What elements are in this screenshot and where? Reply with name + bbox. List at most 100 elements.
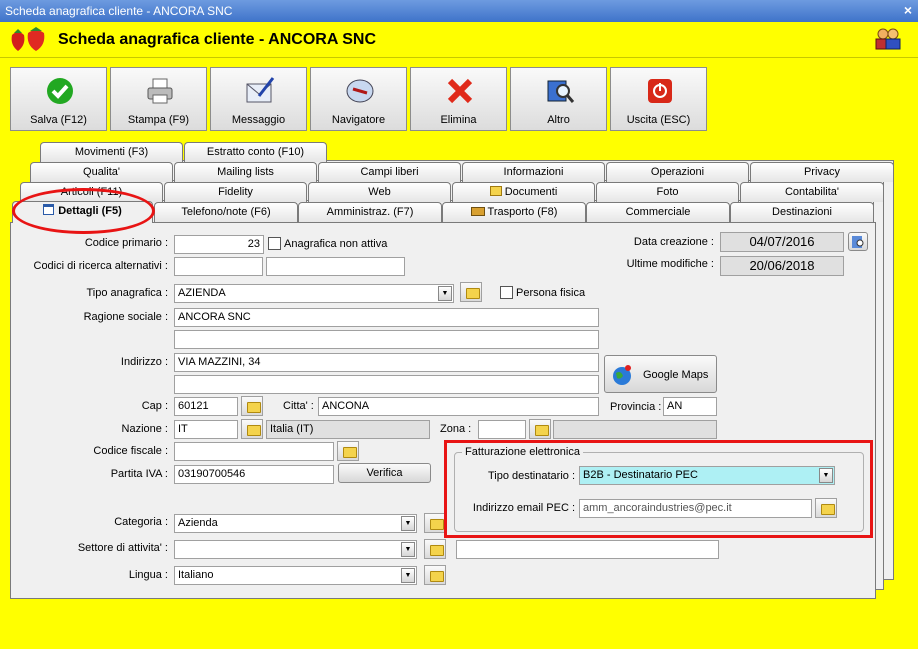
navigator-button[interactable]: Navigatore (310, 67, 407, 131)
tab-qualita[interactable]: Qualita' (30, 162, 173, 182)
codice-ricerca-field-1[interactable] (174, 257, 263, 276)
zona-folder-button[interactable] (529, 419, 551, 439)
tab-movimenti[interactable]: Movimenti (F3) (40, 142, 183, 162)
tab-informazioni[interactable]: Informazioni (462, 162, 605, 182)
chevron-down-icon[interactable]: ▼ (401, 568, 415, 583)
tab-trasporto[interactable]: Trasporto (F8) (442, 202, 586, 222)
calendar-button[interactable] (848, 232, 868, 251)
categoria-select[interactable]: Azienda ▼ (174, 514, 417, 533)
delete-icon (447, 78, 473, 104)
data-creazione-label: Data creazione : (633, 236, 714, 248)
indirizzo-field-2[interactable] (174, 375, 599, 394)
save-button[interactable]: Salva (F12) (10, 67, 107, 131)
codice-primario-field[interactable]: 23 (174, 235, 264, 254)
print-button[interactable]: Stampa (F9) (110, 67, 207, 131)
ragione-sociale-field-2[interactable] (174, 330, 599, 349)
nazione-name-field: Italia (IT) (266, 420, 430, 439)
tab-fidelity[interactable]: Fidelity (164, 182, 307, 202)
tab-privacy[interactable]: Privacy (750, 162, 894, 182)
page-title: Scheda anagrafica cliente - ANCORA SNC (58, 31, 377, 48)
tab-destinazioni[interactable]: Destinazioni (730, 202, 874, 222)
tipo-anagrafica-folder-button[interactable] (460, 282, 482, 302)
lingua-select[interactable]: Italiano ▼ (174, 566, 417, 585)
tab-campi-liberi[interactable]: Campi liberi (318, 162, 461, 182)
provincia-label: Provincia : (610, 401, 662, 413)
provincia-field[interactable]: AN (663, 397, 717, 416)
window-titlebar: Scheda anagrafica cliente - ANCORA SNC × (0, 0, 918, 22)
persona-fisica-label: Persona fisica (516, 287, 586, 299)
search-book-icon (547, 80, 575, 103)
anagrafica-non-attiva-checkbox[interactable] (268, 237, 281, 250)
lingua-folder-button[interactable] (424, 565, 446, 585)
citta-label: Citta' : (283, 400, 314, 412)
other-button[interactable]: Altro (510, 67, 607, 131)
codice-fiscale-folder-button[interactable] (337, 441, 359, 461)
ragione-sociale-field-1[interactable]: ANCORA SNC (174, 308, 599, 327)
settore-extra-field[interactable] (456, 540, 719, 559)
nazione-label: Nazione : (121, 423, 168, 435)
tab-telefono-note[interactable]: Telefono/note (F6) (154, 202, 298, 222)
categoria-label: Categoria : (114, 516, 168, 528)
chevron-down-icon[interactable]: ▼ (401, 542, 415, 557)
codice-ricerca-field-2[interactable] (266, 257, 405, 276)
google-maps-label: Google Maps (643, 369, 709, 381)
delete-label: Elimina (440, 114, 477, 126)
codice-fiscale-field[interactable] (174, 442, 334, 461)
print-label: Stampa (F9) (127, 114, 190, 126)
indirizzo-label: Indirizzo : (120, 356, 168, 368)
zona-desc-field (553, 420, 717, 439)
settore-folder-button[interactable] (424, 539, 446, 559)
highlight-oval (12, 188, 155, 234)
tipo-anagrafica-label: Tipo anagrafica : (86, 287, 168, 299)
delete-button[interactable]: Elimina (410, 67, 507, 131)
users-icon[interactable] (874, 27, 902, 51)
partita-iva-field[interactable]: 03190700546 (174, 465, 334, 484)
citta-field[interactable]: ANCONA (318, 397, 599, 416)
folder-icon (489, 186, 502, 196)
cap-label: Cap : (141, 400, 168, 412)
message-label: Messaggio (231, 114, 286, 126)
chevron-down-icon[interactable]: ▼ (401, 516, 415, 531)
persona-fisica-checkbox[interactable] (500, 286, 513, 299)
ultime-modifiche-field: 20/06/2018 (720, 256, 844, 276)
settore-label: Settore di attivita' : (77, 542, 168, 554)
tab-operazioni[interactable]: Operazioni (606, 162, 749, 182)
tab-web[interactable]: Web (308, 182, 451, 202)
magnifier-icon (852, 236, 864, 248)
nazione-code-field[interactable]: IT (174, 420, 238, 439)
globe-icon (613, 365, 631, 385)
lingua-value: Italiano (178, 569, 214, 581)
verifica-button[interactable]: Verifica (338, 463, 431, 483)
tab-documenti-label: Documenti (504, 186, 558, 198)
indirizzo-field-1[interactable]: VIA MAZZINI, 34 (174, 353, 599, 372)
ultime-modifiche-label: Ultime modifiche : (626, 258, 714, 270)
exit-button[interactable]: Uscita (ESC) (610, 67, 707, 131)
tab-trasporto-label: Trasporto (F8) (487, 206, 558, 218)
tipo-anagrafica-value: AZIENDA (178, 287, 226, 299)
close-icon[interactable]: × (904, 2, 912, 18)
tab-foto[interactable]: Foto (596, 182, 739, 202)
save-label: Salva (F12) (30, 114, 87, 126)
chevron-down-icon[interactable]: ▼ (438, 286, 452, 301)
partita-iva-label: Partita IVA : (110, 468, 168, 480)
power-icon (648, 79, 672, 103)
lingua-label: Lingua : (128, 569, 168, 581)
message-button[interactable]: Messaggio (210, 67, 307, 131)
printer-icon (147, 78, 173, 104)
tab-documenti[interactable]: Documenti (452, 182, 595, 202)
cap-field[interactable]: 60121 (174, 397, 238, 416)
cap-folder-button[interactable] (241, 396, 263, 416)
categoria-folder-button[interactable] (424, 513, 446, 533)
tab-mailing-lists[interactable]: Mailing lists (174, 162, 317, 182)
google-maps-button[interactable]: Google Maps (604, 355, 717, 393)
tab-amministraz[interactable]: Amministraz. (F7) (298, 202, 442, 222)
zona-field[interactable] (478, 420, 526, 439)
tab-estratto-conto[interactable]: Estratto conto (F10) (184, 142, 327, 162)
tab-commerciale[interactable]: Commerciale (586, 202, 730, 222)
tipo-anagrafica-select[interactable]: AZIENDA ▼ (174, 284, 454, 303)
codice-primario-label: Codice primario : (84, 237, 168, 249)
window-title: Scheda anagrafica cliente - ANCORA SNC (5, 4, 233, 18)
nazione-folder-button[interactable] (241, 419, 263, 439)
settore-select[interactable]: ▼ (174, 540, 417, 559)
tab-contabilita[interactable]: Contabilita' (740, 182, 884, 202)
